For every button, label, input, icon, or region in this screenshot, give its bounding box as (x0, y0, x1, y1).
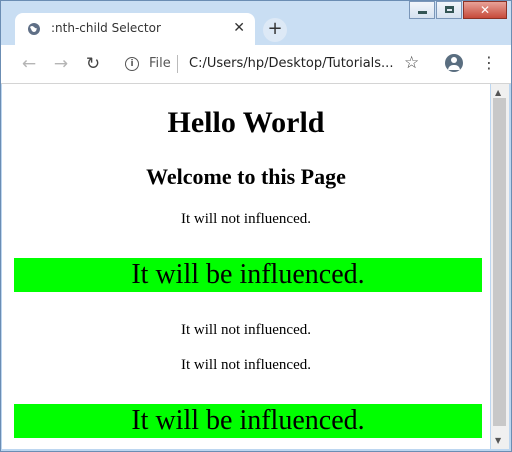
window-controls: ✕ (408, 1, 507, 21)
url-scheme-label: File (149, 56, 171, 71)
url-text[interactable]: C:/Users/hp/Desktop/Tutorials... (189, 56, 393, 71)
info-icon[interactable]: i (125, 57, 139, 71)
minimize-button[interactable] (409, 1, 435, 19)
address-bar[interactable]: i File C:/Users/hp/Desktop/Tutorials... (113, 49, 397, 79)
paragraph-1: It will not influenced. (181, 211, 311, 227)
back-button[interactable]: ← (19, 54, 39, 74)
maximize-icon (445, 6, 454, 13)
highlighted-paragraph-5: It will be influenced. (14, 404, 482, 438)
page-heading: Hello World (167, 106, 325, 139)
scroll-down-arrow-icon[interactable]: ▼ (495, 436, 501, 445)
paragraph-3: It will not influenced. (181, 322, 311, 338)
page-viewport: Hello World Welcome to this Page It will… (2, 84, 490, 449)
minimize-icon (418, 11, 427, 14)
reload-button[interactable]: ↻ (83, 54, 103, 74)
divider (177, 55, 178, 73)
close-icon: ✕ (479, 3, 491, 17)
tab-close-icon[interactable]: ✕ (233, 20, 245, 36)
globe-icon (28, 23, 40, 35)
vertical-scrollbar[interactable]: ▲ ▼ (491, 84, 509, 449)
menu-kebab-icon[interactable]: ⋮ (481, 53, 497, 72)
scroll-up-arrow-icon[interactable]: ▲ (495, 88, 501, 97)
tab-title: :nth-child Selector (51, 21, 161, 35)
close-window-button[interactable]: ✕ (463, 1, 507, 19)
tab-strip: :nth-child Selector ✕ + ✕ (1, 1, 511, 45)
browser-window: :nth-child Selector ✕ + ✕ ← → ↻ i File C… (0, 0, 512, 452)
highlighted-paragraph-2: It will be influenced. (14, 258, 482, 292)
maximize-button[interactable] (436, 1, 462, 19)
scrollbar-thumb[interactable] (493, 98, 506, 426)
forward-button[interactable]: → (51, 54, 71, 74)
browser-toolbar: ← → ↻ i File C:/Users/hp/Desktop/Tutoria… (1, 45, 511, 84)
new-tab-button[interactable]: + (263, 18, 287, 42)
page-subheading: Welcome to this Page (146, 164, 346, 189)
profile-avatar-icon[interactable] (445, 54, 463, 72)
paragraph-4: It will not influenced. (181, 357, 311, 373)
bookmark-star-icon[interactable]: ☆ (404, 53, 419, 73)
tab-active[interactable]: :nth-child Selector ✕ (15, 13, 255, 45)
